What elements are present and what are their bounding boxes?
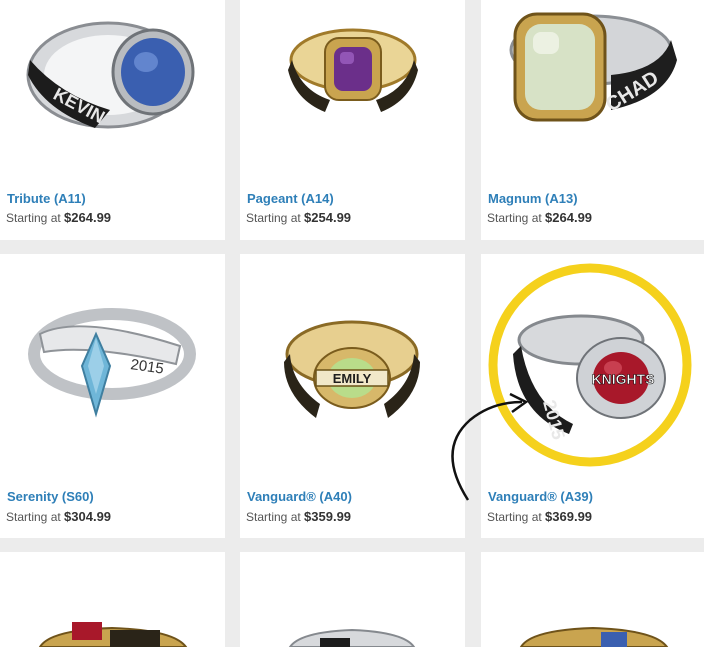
ring-image-row3-col1[interactable] [0, 552, 225, 647]
serenity-ring-image[interactable]: 2015 [0, 254, 225, 454]
tribute-ring-image[interactable]: KEVIN [0, 0, 225, 180]
product-card-serenity[interactable]: 2015 Serenity (S60) Starting at $304.99 [0, 254, 225, 538]
vanguard-a39-engraving: KNIGHTS [592, 371, 655, 387]
vanguard-a39-ring-image[interactable]: 2015 KNIGHTS [481, 254, 704, 464]
product-price: Starting at $369.99 [487, 509, 592, 524]
product-card-row3-col3[interactable] [481, 552, 704, 647]
product-card-magnum[interactable]: CHAD Magnum (A13) Starting at $264.99 [481, 0, 704, 240]
vanguard-a40-ring-image[interactable]: EMILY [240, 254, 465, 454]
product-price: Starting at $304.99 [6, 509, 111, 524]
product-name[interactable]: Vanguard® (A39) [488, 489, 593, 504]
price-value: $369.99 [545, 509, 593, 524]
price-prefix: Starting at [487, 211, 542, 225]
price-value: $304.99 [64, 509, 112, 524]
price-prefix: Starting at [487, 510, 542, 524]
product-card-vanguard-a39[interactable]: 2015 KNIGHTS Vanguard® (A39) Starting at… [481, 254, 704, 538]
price-prefix: Starting at [246, 211, 301, 225]
price-prefix: Starting at [6, 211, 61, 225]
product-name[interactable]: Magnum (A13) [488, 191, 578, 206]
product-card-row3-col2[interactable] [240, 552, 465, 647]
price-prefix: Starting at [6, 510, 61, 524]
product-name[interactable]: Tribute (A11) [7, 191, 86, 206]
ring-image-row3-col3[interactable] [481, 552, 704, 647]
pageant-ring-image[interactable] [240, 0, 465, 180]
product-price: Starting at $359.99 [246, 509, 351, 524]
product-card-vanguard-a40[interactable]: EMILY Vanguard® (A40) Starting at $359.9… [240, 254, 465, 538]
product-price: Starting at $264.99 [487, 210, 592, 225]
product-name[interactable]: Pageant (A14) [247, 191, 334, 206]
vanguard-a39-year: 2015 [539, 398, 569, 442]
product-name[interactable]: Serenity (S60) [7, 489, 94, 504]
product-card-tribute[interactable]: KEVIN Tribute (A11) Starting at $264.99 [0, 0, 225, 240]
vanguard-a40-engraving: EMILY [333, 371, 372, 386]
magnum-ring-image[interactable]: CHAD [481, 0, 704, 180]
product-card-pageant[interactable]: Pageant (A14) Starting at $254.99 [240, 0, 465, 240]
product-price: Starting at $254.99 [246, 210, 351, 225]
price-value: $264.99 [64, 210, 112, 225]
price-value: $254.99 [304, 210, 352, 225]
serenity-engraving: 2015 [129, 356, 164, 377]
price-prefix: Starting at [246, 510, 301, 524]
ring-image-row3-col2[interactable] [240, 552, 465, 647]
product-price: Starting at $264.99 [6, 210, 111, 225]
product-card-row3-col1[interactable] [0, 552, 225, 647]
product-name[interactable]: Vanguard® (A40) [247, 489, 352, 504]
price-value: $359.99 [304, 509, 352, 524]
price-value: $264.99 [545, 210, 593, 225]
